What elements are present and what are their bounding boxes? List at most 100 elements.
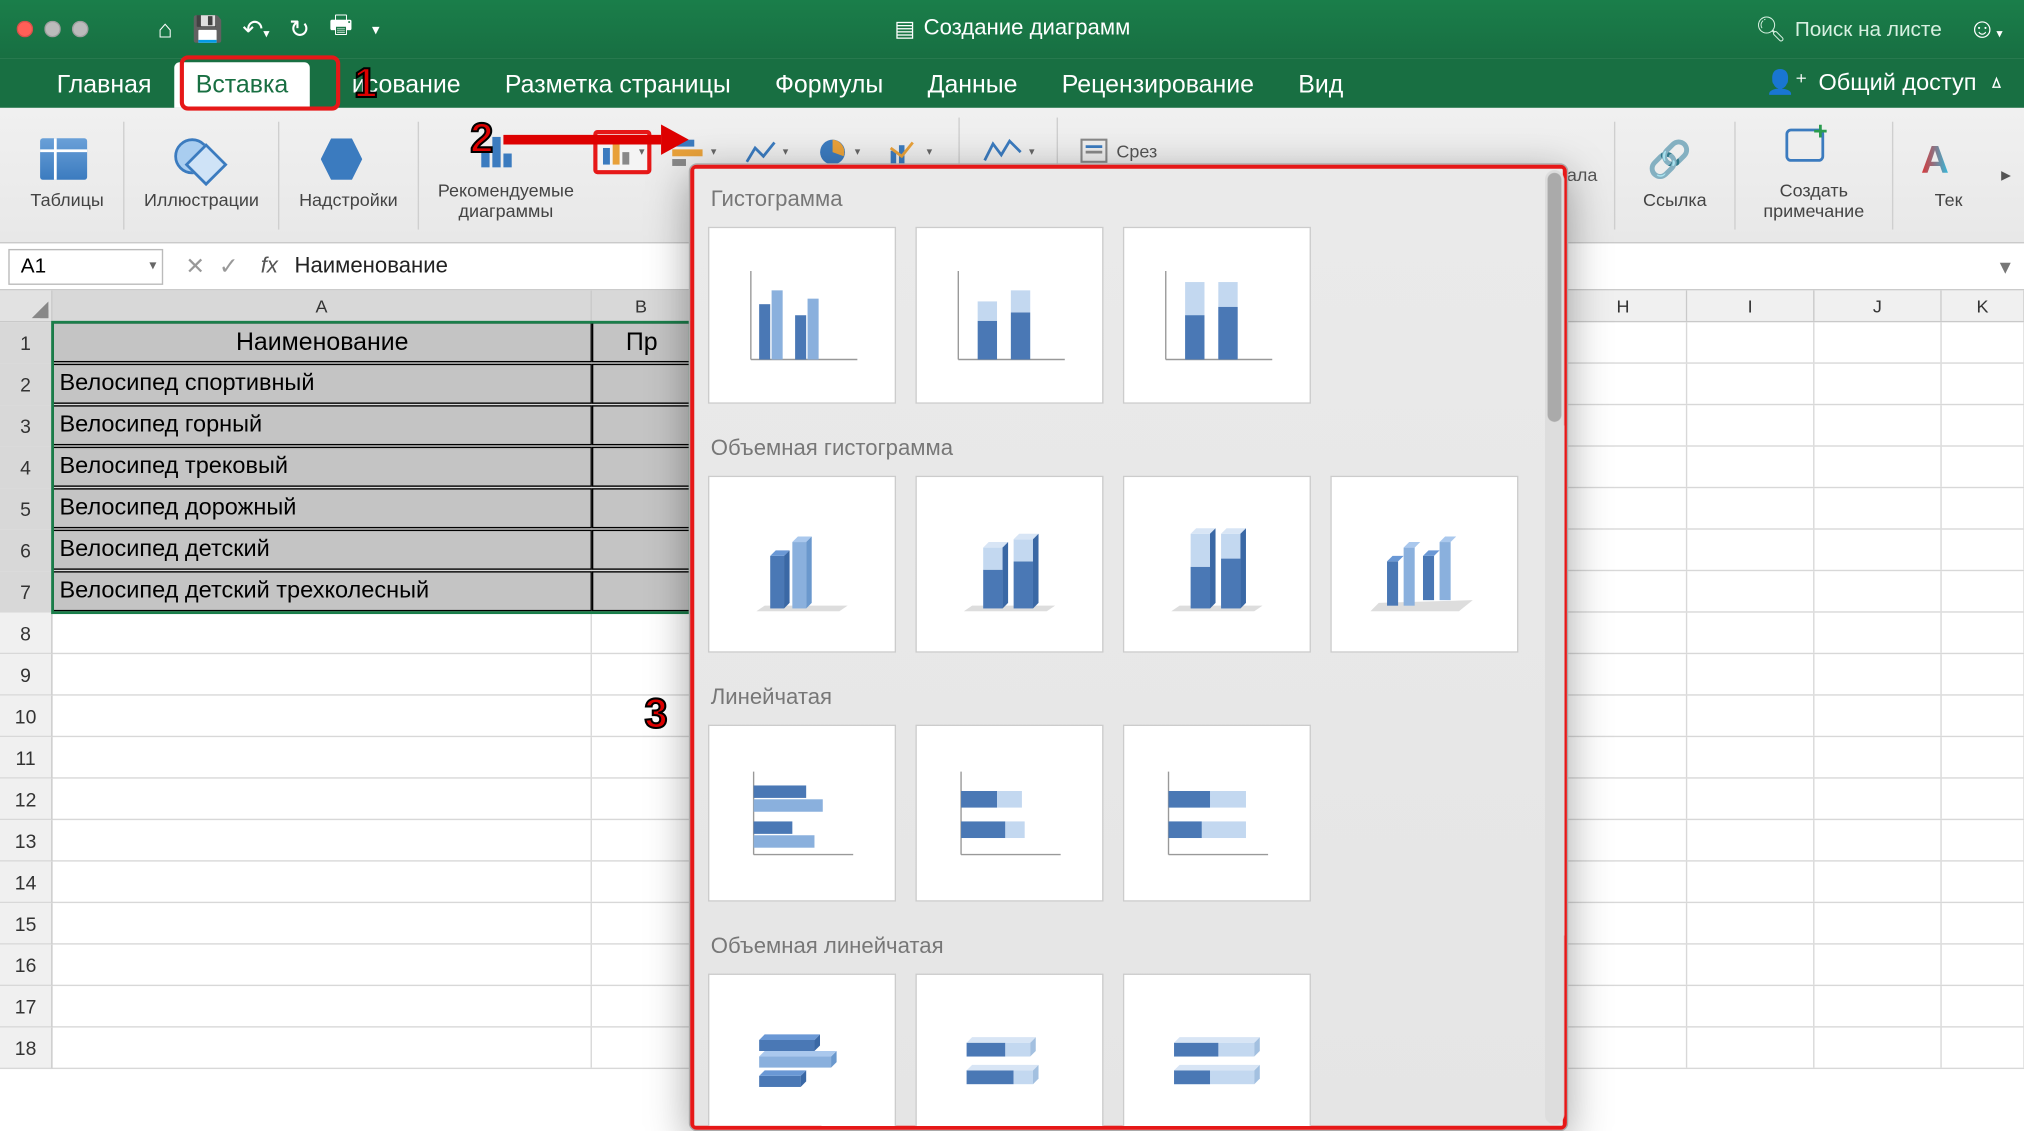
col-header-j[interactable]: J (1814, 290, 1941, 320)
tab-review[interactable]: Рецензирование (1040, 62, 1276, 108)
cell[interactable] (592, 488, 692, 528)
cell[interactable] (53, 986, 592, 1026)
cell[interactable] (1942, 779, 2024, 819)
cell[interactable] (592, 779, 692, 819)
cell[interactable] (1560, 447, 1687, 487)
cell[interactable] (1942, 820, 2024, 860)
cell[interactable] (1687, 405, 1814, 445)
cell[interactable] (1814, 364, 1941, 404)
row-header[interactable]: 7 (0, 571, 53, 612)
cell[interactable] (1560, 364, 1687, 404)
zoom-window-dot[interactable] (72, 21, 89, 38)
row-header[interactable]: 14 (0, 862, 53, 903)
cell[interactable] (1560, 405, 1687, 445)
cell[interactable] (1942, 986, 2024, 1026)
cell[interactable] (1687, 820, 1814, 860)
chart-option-3d-stacked-bar[interactable] (916, 974, 1104, 1130)
cell[interactable] (53, 820, 592, 860)
cell[interactable] (1560, 820, 1687, 860)
cell[interactable] (53, 737, 592, 777)
cell[interactable] (592, 862, 692, 902)
col-header-i[interactable]: I (1687, 290, 1814, 320)
cell[interactable]: Велосипед дорожный (53, 488, 592, 528)
tab-formulas[interactable]: Формулы (753, 62, 906, 108)
cell[interactable] (1942, 530, 2024, 570)
row-header[interactable]: 1 (0, 322, 53, 363)
chart-option-stacked-column[interactable] (916, 227, 1104, 404)
cell[interactable] (1560, 696, 1687, 736)
cell[interactable] (1942, 654, 2024, 694)
chart-option-100-stacked-column[interactable] (1123, 227, 1311, 404)
print-icon[interactable]: 🖶 (329, 8, 353, 49)
cell[interactable] (1687, 530, 1814, 570)
formula-expand-icon[interactable]: ▾ (1986, 252, 2024, 280)
cell[interactable] (1560, 945, 1687, 985)
cell[interactable] (592, 1028, 692, 1068)
cell[interactable] (592, 405, 692, 445)
ribbon-overflow-icon[interactable]: ▸ (2001, 163, 2011, 187)
cell[interactable] (1942, 737, 2024, 777)
ribbon-tables[interactable]: Таблицы (17, 114, 118, 236)
row-header[interactable]: 17 (0, 986, 53, 1027)
col-header-h[interactable]: H (1560, 290, 1687, 320)
cell[interactable] (1687, 447, 1814, 487)
cell[interactable] (1560, 1028, 1687, 1068)
cell[interactable] (1687, 696, 1814, 736)
cell[interactable] (1942, 405, 2024, 445)
chart-option-3d-clustered-bar[interactable] (708, 974, 896, 1130)
cell[interactable] (1942, 571, 2024, 611)
chart-option-stacked-bar[interactable] (916, 725, 1104, 902)
ribbon-illustrations[interactable]: Иллюстрации (130, 114, 273, 236)
cell[interactable] (1560, 613, 1687, 653)
name-box[interactable]: A1▾ (8, 248, 163, 284)
cell[interactable] (1560, 488, 1687, 528)
minimize-window-dot[interactable] (44, 21, 61, 38)
row-header[interactable]: 3 (0, 405, 53, 446)
cell[interactable] (592, 364, 692, 404)
sheet-search[interactable]: 🔍︎ Поиск на листе (1755, 15, 1942, 44)
cell[interactable] (1942, 862, 2024, 902)
cell[interactable] (1814, 820, 1941, 860)
cell[interactable] (53, 779, 592, 819)
row-header[interactable]: 18 (0, 1028, 53, 1069)
row-header[interactable]: 2 (0, 364, 53, 405)
row-header[interactable]: 10 (0, 696, 53, 737)
cell[interactable] (1687, 862, 1814, 902)
cell[interactable] (1560, 322, 1687, 362)
cell[interactable] (1687, 903, 1814, 943)
cell[interactable] (592, 820, 692, 860)
cell[interactable] (1560, 654, 1687, 694)
chart-option-3d-clustered-column[interactable] (708, 476, 896, 653)
row-header[interactable]: 11 (0, 737, 53, 778)
cell[interactable] (592, 737, 692, 777)
cell[interactable] (1942, 447, 2024, 487)
fx-icon[interactable]: fx (252, 254, 286, 279)
namebox-dropdown-icon[interactable]: ▾ (149, 259, 156, 274)
chart-option-clustered-column[interactable] (708, 227, 896, 404)
chart-option-clustered-bar[interactable] (708, 725, 896, 902)
home-icon[interactable]: ⌂ (158, 15, 173, 44)
cell[interactable]: Пр (592, 322, 692, 362)
row-header[interactable]: 13 (0, 820, 53, 861)
cell[interactable] (1942, 488, 2024, 528)
qat-more-icon[interactable]: ▾ (372, 20, 380, 38)
cell[interactable] (1814, 530, 1941, 570)
cell[interactable] (53, 696, 592, 736)
cell[interactable] (1560, 986, 1687, 1026)
cell[interactable] (53, 862, 592, 902)
cell[interactable] (592, 903, 692, 943)
cell[interactable]: Наименование (53, 322, 592, 362)
chart-option-100-stacked-bar[interactable] (1123, 725, 1311, 902)
cell[interactable] (1814, 903, 1941, 943)
feedback-smile-icon[interactable]: ☺▾ (1968, 13, 2003, 45)
row-header[interactable]: 5 (0, 488, 53, 529)
cell[interactable] (1687, 737, 1814, 777)
chart-option-3d-100-stacked-column[interactable] (1123, 476, 1311, 653)
cell[interactable] (1814, 945, 1941, 985)
cell[interactable] (592, 530, 692, 570)
cell[interactable] (1942, 322, 2024, 362)
chart-option-3d-column[interactable] (1330, 476, 1518, 653)
cell[interactable] (1814, 1028, 1941, 1068)
cell[interactable] (53, 945, 592, 985)
cell[interactable] (53, 654, 592, 694)
